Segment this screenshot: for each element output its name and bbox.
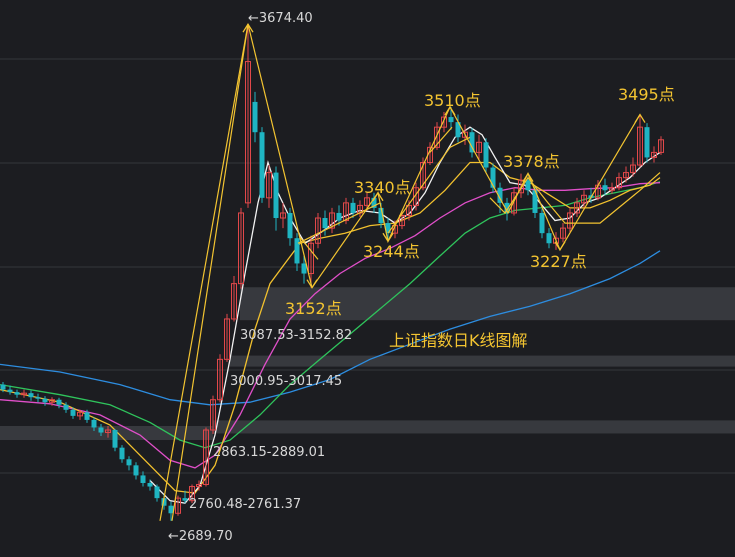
wave-label-3227: 3227点: [530, 252, 587, 271]
price-annotation-low: ←2689.70: [168, 529, 233, 544]
price-annotation-gap-2: 3000.95-3017.45: [230, 374, 342, 389]
candle-body: [301, 263, 307, 274]
candle-body: [294, 238, 300, 264]
candle-body: [273, 172, 279, 219]
candle-body: [0, 384, 6, 390]
wave-label-3495: 3495点: [618, 85, 675, 104]
price-annotation-gap-1: 3087.53-3152.82: [240, 328, 352, 343]
candle-body: [259, 132, 265, 198]
price-annotation-high: ←3674.40: [248, 11, 313, 26]
candle-body: [448, 117, 454, 123]
candle-body: [140, 475, 146, 483]
candle-body: [322, 218, 328, 229]
candle-body: [483, 142, 489, 168]
candle-body: [154, 486, 160, 499]
price-annotation-gap-3: 2863.15-2889.01: [213, 445, 325, 460]
candle-body: [112, 429, 118, 448]
wave-label-3510: 3510点: [424, 91, 481, 110]
candle-body: [14, 392, 20, 395]
candle-body: [147, 482, 153, 487]
gap-band: [213, 420, 735, 434]
candle-body: [336, 212, 342, 221]
candle: [483, 138, 489, 173]
candle-body: [119, 447, 125, 460]
candle-body: [7, 389, 13, 393]
gap-band: [230, 355, 735, 367]
wave-label-3152: 3152点: [285, 299, 342, 318]
candle-body: [546, 233, 552, 244]
candle-body: [350, 202, 356, 213]
candle-body: [56, 399, 62, 405]
wave-label-3340: 3340点: [354, 178, 411, 197]
candle-body: [525, 180, 531, 191]
candle-body: [42, 398, 48, 403]
candle-body: [98, 427, 104, 433]
candle: [259, 127, 265, 203]
candle-body: [84, 412, 90, 420]
candle-body: [28, 393, 34, 398]
candle-body: [70, 409, 76, 416]
candle-body: [602, 185, 608, 191]
candle-body: [182, 498, 188, 501]
candle-body: [35, 397, 41, 399]
wave-label-3244: 3244点: [363, 242, 420, 261]
candle: [644, 123, 650, 163]
candle-body: [287, 212, 293, 239]
candle-body: [252, 101, 258, 133]
chart-title: 上证指数日K线图解: [389, 331, 528, 350]
wave-label-3378: 3378点: [503, 152, 560, 171]
candle-body: [539, 212, 545, 234]
candle-body: [91, 419, 97, 428]
candle-body: [133, 465, 139, 476]
candle-body: [126, 459, 132, 466]
price-annotation-gap-4: 2760.48-2761.37: [189, 497, 301, 512]
kline-chart: ←3674.40 3087.53-3152.82 3000.95-3017.45…: [0, 0, 735, 557]
candle-body: [63, 404, 69, 410]
candle-body: [644, 127, 650, 158]
